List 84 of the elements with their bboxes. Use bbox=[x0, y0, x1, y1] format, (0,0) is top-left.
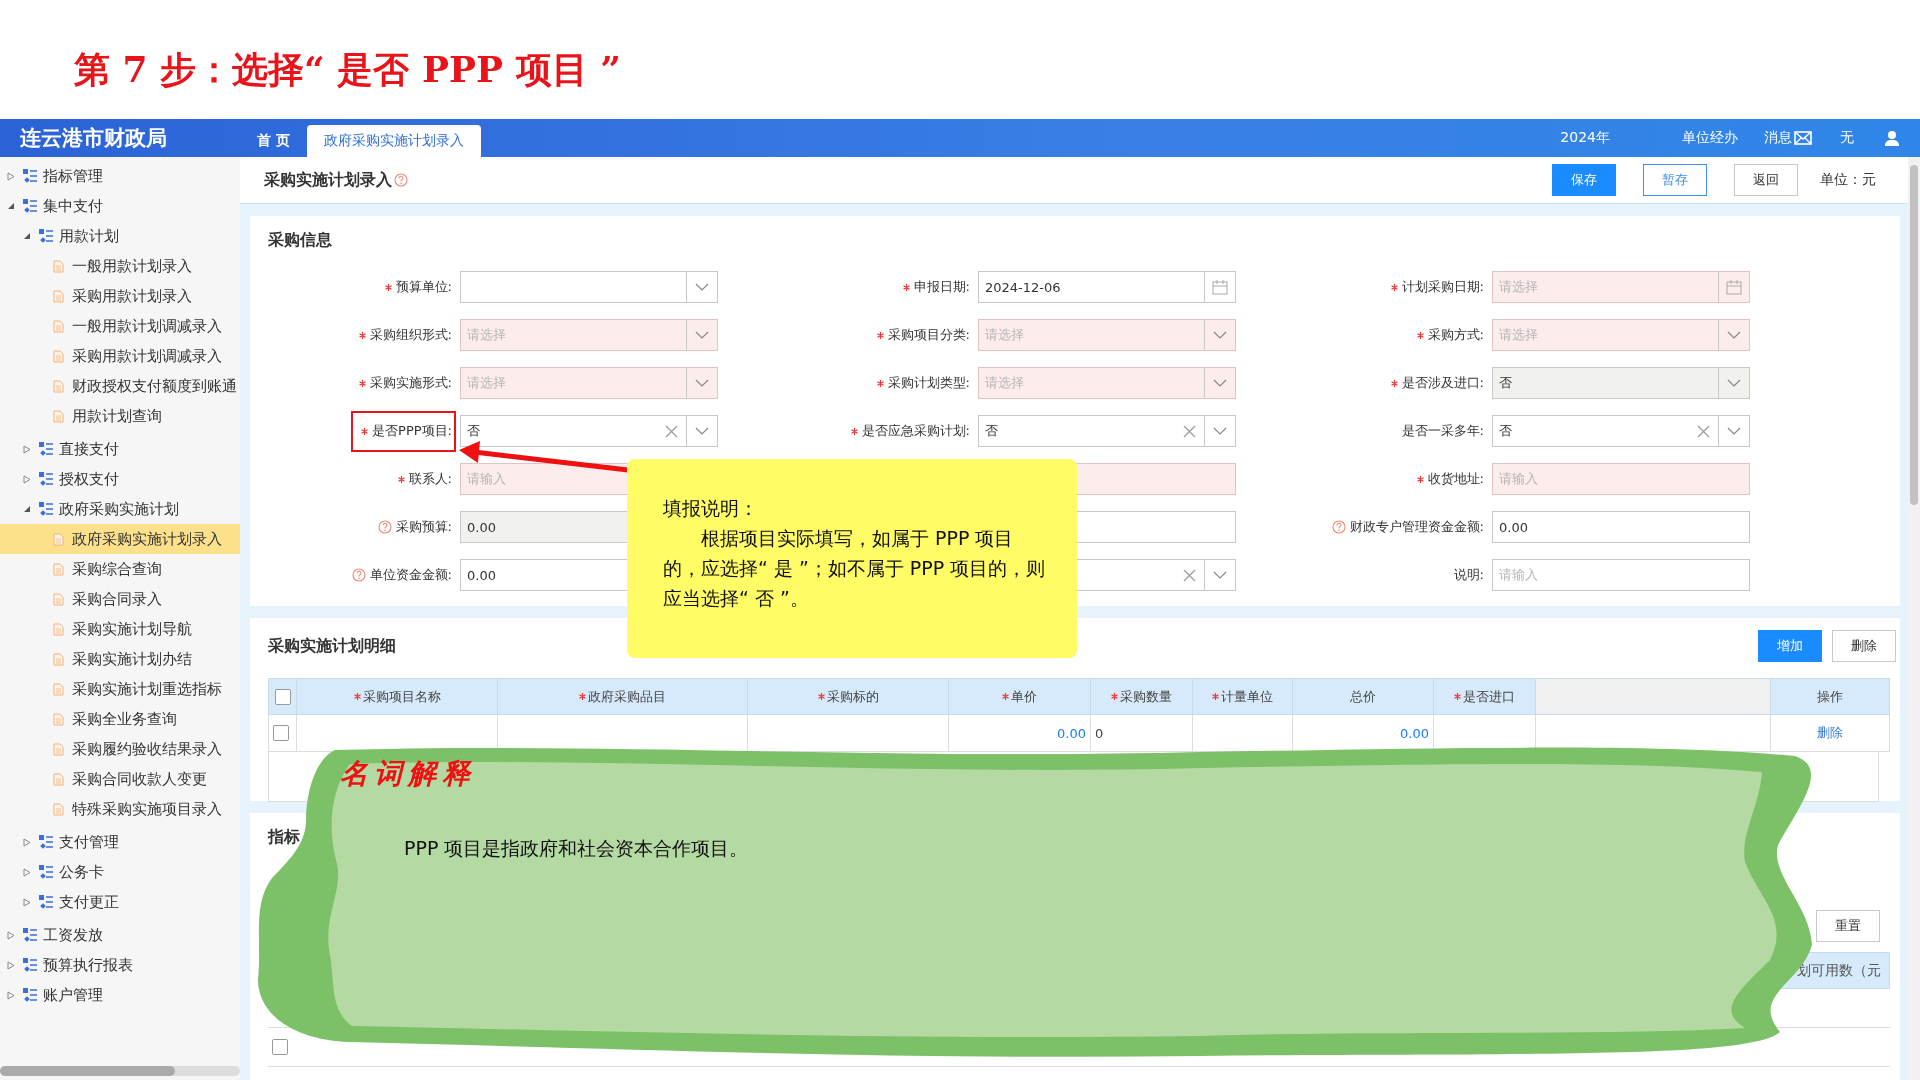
reset-button[interactable]: 重置 bbox=[1816, 910, 1880, 942]
section-title: 采购实施计划明细 bbox=[268, 635, 396, 657]
field-label: 采购方式: bbox=[1427, 326, 1484, 344]
column-header: 划可用数（元 bbox=[1797, 961, 1881, 980]
sidebar-item[interactable]: 采购综合查询 bbox=[0, 554, 240, 584]
toolbar-button[interactable]: 暂存 bbox=[1643, 164, 1707, 196]
sidebar-group[interactable]: 集中支付 bbox=[43, 196, 103, 216]
field-label: 收货地址: bbox=[1427, 470, 1484, 488]
unit-label: 单位：元 bbox=[1820, 171, 1876, 189]
role-label[interactable]: 单位经办 bbox=[1682, 129, 1738, 147]
field-label: 采购预算: bbox=[395, 518, 452, 536]
sidebar-item[interactable]: 一般用款计划调减录入 bbox=[0, 311, 240, 341]
column-header: 采购项目名称 bbox=[353, 687, 441, 706]
field-label: 是否PPP项目: bbox=[372, 422, 452, 440]
table-cell: 0.00 bbox=[1057, 725, 1086, 741]
date-field[interactable]: 2024-12-06 bbox=[978, 271, 1236, 303]
sidebar-group[interactable]: 用款计划 bbox=[59, 226, 119, 246]
column-header: 是否进口 bbox=[1454, 687, 1515, 706]
sidebar-group[interactable]: 支付管理 bbox=[59, 832, 119, 852]
column-header: 操作 bbox=[1817, 687, 1843, 706]
field-label: 是否应急采购计划: bbox=[861, 422, 970, 440]
field-label: 是否一采多年: bbox=[1401, 422, 1484, 440]
toolbar-button[interactable]: 返回 bbox=[1734, 164, 1798, 196]
delete-link[interactable]: 删除 bbox=[1817, 725, 1843, 740]
sidebar-item[interactable]: 采购用款计划调减录入 bbox=[0, 341, 240, 371]
sidebar-group[interactable]: 账户管理 bbox=[43, 985, 103, 1005]
messages-link[interactable]: 消息 bbox=[1764, 129, 1812, 147]
field-label: 是否涉及进口: bbox=[1401, 374, 1484, 392]
page-title: 采购实施计划录入 bbox=[264, 169, 392, 191]
tab[interactable]: 首 页 bbox=[240, 125, 307, 157]
column-header: 采购数量 bbox=[1111, 687, 1172, 706]
section-title: 指标 bbox=[268, 827, 300, 846]
year-label[interactable]: 2024年 bbox=[1560, 129, 1610, 147]
user-name[interactable]: 无 bbox=[1840, 129, 1854, 147]
column-header: 单价 bbox=[1002, 687, 1037, 706]
sidebar-group[interactable]: 支付更正 bbox=[59, 892, 119, 912]
select-field[interactable]: 否 bbox=[460, 415, 718, 447]
sidebar-group[interactable]: 授权支付 bbox=[59, 469, 119, 489]
sidebar-item[interactable]: 采购用款计划录入 bbox=[0, 281, 240, 311]
sidebar-group[interactable]: 政府采购实施计划 bbox=[59, 499, 179, 519]
app-logo: 连云港市财政局 bbox=[19, 125, 168, 152]
field-label: 联系人: bbox=[408, 470, 452, 488]
sidebar-item[interactable]: 采购合同收款人变更 bbox=[0, 764, 240, 794]
field-label: 申报日期: bbox=[913, 278, 970, 296]
sidebar-group[interactable]: 指标管理 bbox=[43, 166, 103, 186]
select-field[interactable]: 否 bbox=[1492, 415, 1750, 447]
delete-button[interactable]: 删除 bbox=[1832, 630, 1896, 662]
field-label: 说明: bbox=[1453, 566, 1484, 584]
step-title: 第 7 步：选择“ 是否 PPP 项目 ” bbox=[74, 48, 621, 90]
sidebar-item[interactable]: 采购实施计划重选指标 bbox=[0, 674, 240, 704]
sidebar-item[interactable]: 采购实施计划导航 bbox=[0, 614, 240, 644]
table-cell: 0 bbox=[1095, 725, 1104, 741]
sidebar-item[interactable]: 采购履约验收结果录入 bbox=[0, 734, 240, 764]
field-label: 预算单位: bbox=[395, 278, 452, 296]
sidebar-item[interactable]: 政府采购实施计划录入 bbox=[0, 524, 240, 554]
sidebar-item[interactable]: 采购实施计划办结 bbox=[0, 644, 240, 674]
section-title: 采购信息 bbox=[268, 230, 332, 249]
sidebar-item[interactable]: 采购全业务查询 bbox=[0, 704, 240, 734]
column-header: 采购标的 bbox=[817, 687, 879, 706]
column-header: 政府采购品目 bbox=[579, 687, 666, 706]
sidebar-item[interactable]: 采购合同录入 bbox=[0, 584, 240, 614]
table-cell: 0.00 bbox=[1400, 725, 1429, 741]
sidebar-item[interactable]: 一般用款计划录入 bbox=[0, 251, 240, 281]
tab[interactable]: 政府采购实施计划录入 bbox=[306, 125, 481, 157]
sidebar-item[interactable]: 用款计划查询 bbox=[0, 401, 240, 431]
sidebar-group[interactable]: 直接支付 bbox=[59, 439, 119, 459]
sidebar-group[interactable]: 工资发放 bbox=[43, 925, 103, 945]
field-label: 单位资金金额: bbox=[369, 566, 452, 584]
field-label: 采购实施形式: bbox=[369, 374, 452, 392]
field-label: 财政专户管理资金金额: bbox=[1349, 518, 1484, 536]
sidebar-item[interactable]: 特殊采购实施项目录入 bbox=[0, 794, 240, 824]
sidebar-group[interactable]: 公务卡 bbox=[59, 862, 104, 882]
field-label: 计划采购日期: bbox=[1401, 278, 1484, 296]
select-field[interactable]: 否 bbox=[978, 415, 1236, 447]
glossary-text: PPP 项目是指政府和社会资本合作项目。 bbox=[404, 836, 749, 861]
sidebar-item[interactable]: 财政授权支付额度到账通 bbox=[0, 371, 240, 401]
glossary-title: 名词解释 bbox=[340, 756, 476, 792]
column-header: 总价 bbox=[1350, 687, 1376, 706]
field-label: 采购项目分类: bbox=[887, 326, 970, 344]
field-label: 采购计划类型: bbox=[887, 374, 970, 392]
column-header: 计量单位 bbox=[1212, 687, 1273, 706]
field-label: 采购组织形式: bbox=[369, 326, 452, 344]
sidebar-group[interactable]: 预算执行报表 bbox=[43, 955, 133, 975]
input-field[interactable]: 0.00 bbox=[1492, 511, 1750, 543]
